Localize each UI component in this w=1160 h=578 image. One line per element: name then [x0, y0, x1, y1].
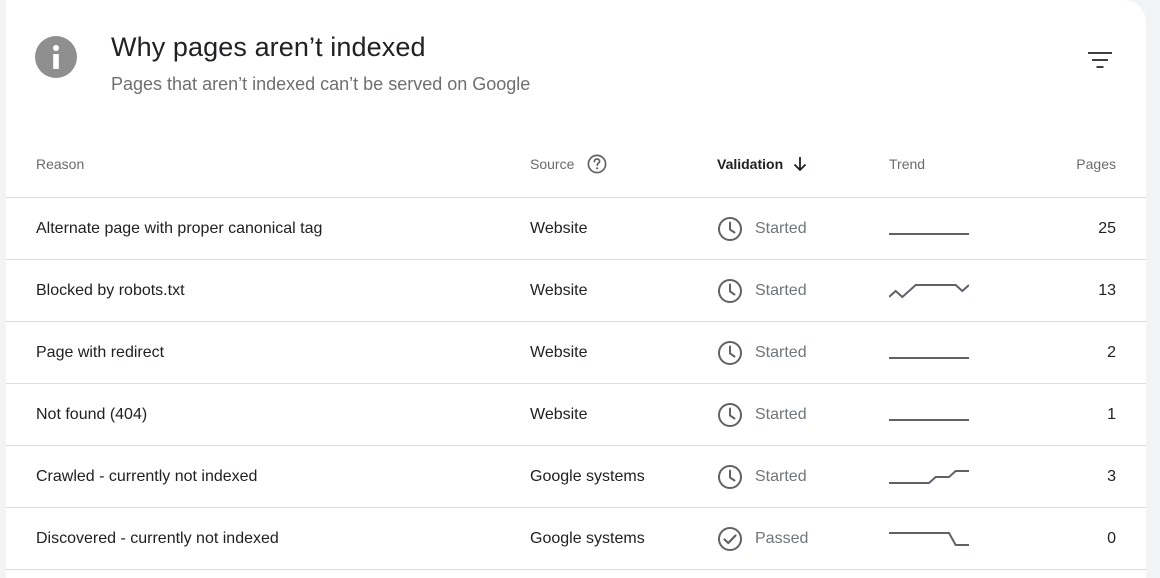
source-cell: Google systems — [530, 467, 645, 485]
source-cell: Website — [530, 219, 588, 237]
table-row[interactable]: Crawled - currently not indexed Google sy… — [6, 446, 1146, 508]
reasons-table: Reason Source Validation Trend Pages Alt… — [6, 130, 1146, 570]
column-header-trend: Trend — [889, 155, 926, 172]
source-cell: Website — [530, 405, 588, 423]
reason-cell: Crawled - currently not indexed — [36, 467, 258, 485]
validation-status: Started — [755, 219, 807, 237]
table-body: Alternate page with proper canonical tag… — [6, 198, 1146, 570]
column-header-validation-label: Validation — [717, 155, 784, 172]
filter-button[interactable] — [1080, 42, 1120, 78]
check-circle-icon — [717, 526, 743, 552]
table-header-row: Reason Source Validation Trend Pages — [6, 130, 1146, 198]
table-row[interactable]: Not found (404) Website Started 1 — [6, 384, 1146, 446]
pages-count-cell: 25 — [1098, 219, 1116, 237]
trend-line — [889, 283, 969, 298]
table-row[interactable]: Alternate page with proper canonical tag… — [6, 198, 1146, 260]
trend-sparkline — [889, 283, 969, 298]
page-title: Why pages aren’t indexed — [111, 32, 426, 62]
trend-sparkline — [889, 469, 969, 484]
help-icon[interactable] — [587, 154, 607, 174]
trend-cell — [889, 384, 969, 445]
trend-cell — [889, 508, 969, 569]
validation-status: Started — [755, 405, 807, 423]
trend-sparkline — [889, 232, 969, 235]
validation-status: Started — [755, 467, 807, 485]
reason-cell: Alternate page with proper canonical tag — [36, 219, 323, 237]
source-cell: Google systems — [530, 529, 645, 547]
clock-icon — [717, 278, 743, 304]
clock-icon — [717, 216, 743, 242]
filter-icon — [1088, 52, 1112, 68]
trend-cell — [889, 260, 969, 321]
source-cell: Website — [530, 343, 588, 361]
pages-count-cell: 2 — [1107, 343, 1116, 361]
clock-icon — [717, 340, 743, 366]
column-header-pages[interactable]: Pages — [1076, 130, 1116, 197]
reason-cell: Page with redirect — [36, 343, 165, 361]
trend-sparkline — [889, 356, 969, 359]
index-report-card: Why pages aren’t indexed Pages that aren… — [6, 0, 1146, 578]
trend-line — [889, 469, 969, 484]
page-subtitle: Pages that aren’t indexed can’t be serve… — [111, 74, 531, 94]
validation-cell: Started — [717, 198, 807, 259]
column-header-validation[interactable]: Validation — [717, 130, 807, 197]
pages-count-cell: 1 — [1107, 405, 1116, 423]
pages-count-cell: 0 — [1107, 529, 1116, 547]
trend-sparkline — [889, 418, 969, 421]
info-icon — [35, 36, 77, 78]
validation-cell: Started — [717, 322, 807, 383]
table-row[interactable]: Discovered - currently not indexed Google… — [6, 508, 1146, 570]
column-header-source[interactable]: Source — [530, 130, 607, 197]
validation-cell: Started — [717, 384, 807, 445]
validation-cell: Passed — [717, 508, 808, 569]
pages-count-cell: 3 — [1107, 467, 1116, 485]
trend-sparkline — [889, 531, 969, 546]
reason-cell: Discovered - currently not indexed — [36, 529, 279, 547]
trend-line — [889, 531, 969, 546]
validation-status: Passed — [755, 529, 809, 547]
reason-cell: Not found (404) — [36, 405, 148, 423]
column-header-reason[interactable]: Reason — [36, 130, 84, 197]
column-header-source-label: Source — [530, 155, 575, 172]
validation-cell: Started — [717, 260, 807, 321]
pages-count-cell: 13 — [1098, 281, 1116, 299]
reason-cell: Blocked by robots.txt — [36, 281, 185, 299]
table-row[interactable]: Blocked by robots.txt Website Started 13 — [6, 260, 1146, 322]
clock-icon — [717, 464, 743, 490]
validation-status: Started — [755, 343, 807, 361]
trend-cell — [889, 198, 969, 259]
validation-status: Started — [755, 281, 807, 299]
clock-icon — [717, 402, 743, 428]
source-cell: Website — [530, 281, 588, 299]
sort-arrow-down-icon — [793, 156, 807, 172]
table-row[interactable]: Page with redirect Website Started 2 — [6, 322, 1146, 384]
trend-cell — [889, 322, 969, 383]
trend-cell — [889, 446, 969, 507]
validation-cell: Started — [717, 446, 807, 507]
